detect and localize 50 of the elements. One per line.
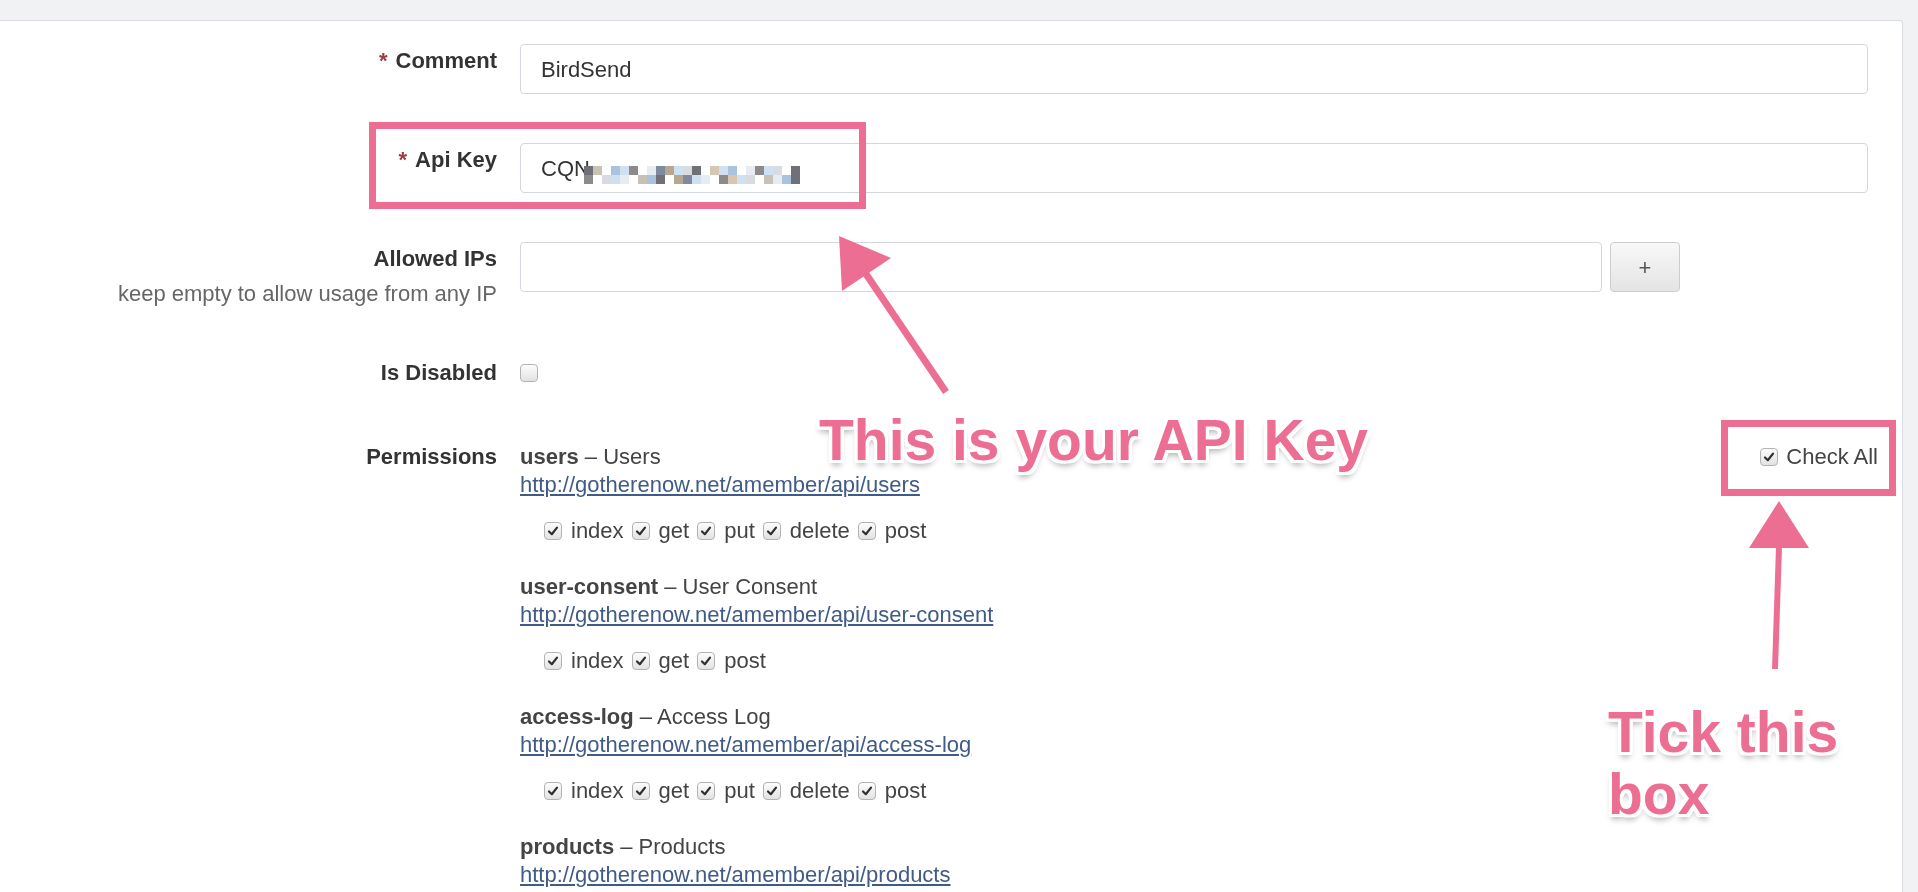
method-label: index [571,777,624,805]
method-label: post [724,647,766,675]
checkbox[interactable] [857,522,876,540]
method-label: post [884,517,927,545]
checkbox[interactable] [697,782,716,800]
permission-heading: access-log – Access Log [520,703,771,731]
text-input-field[interactable]: BirdSend [520,44,1868,94]
add-button[interactable]: + [1610,242,1680,292]
permission-heading: products – Products [520,833,726,861]
api-url-link[interactable]: http://gotherenow.net/amember/api/products [520,861,951,889]
checkbox[interactable] [544,782,562,800]
required-mark: * [379,47,388,75]
checkbox[interactable] [762,782,781,800]
method-label: put [724,777,755,805]
checkbox[interactable] [697,522,716,540]
method-label: get [658,777,690,805]
field-label: Api Key [415,146,497,174]
api-url-link[interactable]: http://gotherenow.net/amember/api/users [520,471,920,499]
field-label: Is Disabled [380,359,497,387]
callout-text: This is your API Key [819,409,1369,471]
checkbox[interactable] [631,782,650,800]
field-label: Permissions [366,443,497,471]
checkbox[interactable] [1760,448,1779,466]
field-label: Allowed IPs [373,245,497,273]
api-url-link[interactable]: http://gotherenow.net/amember/api/user-consent [520,601,994,629]
permission-heading: users – Users [520,443,661,471]
method-label: delete [789,517,850,545]
checkbox[interactable] [520,364,538,382]
checkbox[interactable] [544,522,562,540]
check-all-label[interactable]: Check All [1786,443,1878,471]
field-hint: keep empty to allow usage from any IP [117,280,497,308]
checkbox[interactable] [762,522,781,540]
checkbox[interactable] [857,782,876,800]
checkbox[interactable] [631,522,650,540]
method-label: put [724,517,755,545]
checkbox[interactable] [697,652,716,670]
method-label: post [884,777,927,805]
method-label: index [571,517,624,545]
method-label: get [658,647,690,675]
field-label: Comment [395,47,497,75]
method-label: get [658,517,690,545]
checkbox[interactable] [544,652,562,670]
method-label: index [571,647,624,675]
api-url-link[interactable]: http://gotherenow.net/amember/api/access-log [520,731,972,759]
callout-text: Tick this box [1608,701,1840,825]
checkbox[interactable] [631,652,650,670]
permission-heading: user-consent – User Consent [520,573,818,601]
ip-input-field[interactable] [520,242,1602,292]
required-mark: * [398,146,408,174]
method-label: delete [789,777,850,805]
